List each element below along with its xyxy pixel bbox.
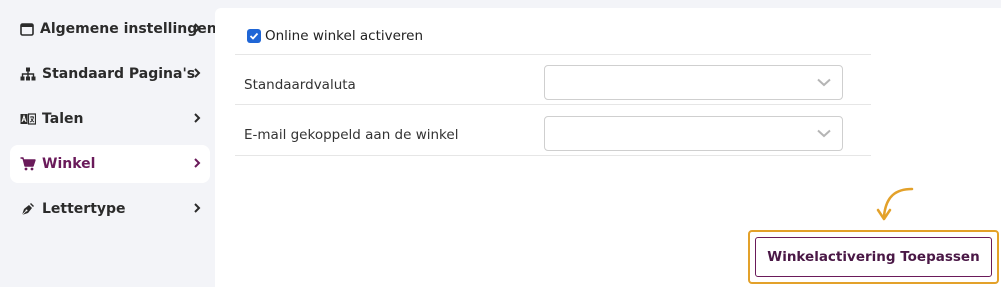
cart-icon — [20, 156, 36, 172]
chevron-right-icon — [194, 23, 201, 33]
sidebar-item-algemene-instellingen[interactable]: Algemene instellingen — [10, 10, 217, 48]
divider — [235, 104, 871, 105]
shop-settings-panel: Online winkel activeren Standaardvaluta … — [215, 8, 1001, 287]
sidebar-item-label: Winkel — [42, 156, 96, 172]
settings-sidebar: Algemene instellingen Standaard Pagina's… — [0, 0, 217, 287]
sidebar-item-label: Lettertype — [42, 201, 126, 217]
chevron-down-icon — [817, 129, 831, 138]
sidebar-item-talen[interactable]: Talen — [10, 100, 210, 138]
checkmark-icon — [249, 32, 259, 40]
apply-shop-activation-button[interactable]: Winkelactivering Toepassen — [755, 237, 992, 277]
pen-nib-icon — [20, 201, 36, 217]
sidebar-item-lettertype[interactable]: Lettertype — [10, 190, 210, 228]
sidebar-item-standaard-paginas[interactable]: Standaard Pagina's — [10, 55, 210, 93]
online-shop-checkbox-label: Online winkel activeren — [265, 28, 424, 44]
sidebar-item-winkel[interactable]: Winkel — [10, 145, 210, 183]
sitemap-icon — [20, 66, 36, 82]
email-select[interactable] — [544, 116, 843, 151]
sidebar-item-label: Standaard Pagina's — [42, 66, 196, 82]
divider — [235, 54, 871, 55]
currency-label: Standaardvaluta — [244, 77, 356, 93]
language-icon — [20, 111, 36, 127]
online-shop-checkbox[interactable] — [247, 29, 261, 43]
sidebar-item-label: Talen — [42, 111, 84, 127]
online-shop-checkbox-row[interactable]: Online winkel activeren — [247, 28, 423, 44]
chevron-right-icon — [194, 158, 201, 168]
email-label: E-mail gekoppeld aan de winkel — [244, 127, 459, 143]
window-icon — [20, 21, 34, 37]
chevron-right-icon — [194, 68, 201, 78]
sidebar-item-label: Algemene instellingen — [40, 21, 217, 37]
divider — [235, 155, 871, 156]
apply-button-highlight: Winkelactivering Toepassen — [748, 230, 999, 284]
chevron-right-icon — [194, 113, 201, 123]
chevron-down-icon — [817, 78, 831, 87]
currency-select[interactable] — [544, 65, 843, 100]
chevron-right-icon — [194, 203, 201, 213]
